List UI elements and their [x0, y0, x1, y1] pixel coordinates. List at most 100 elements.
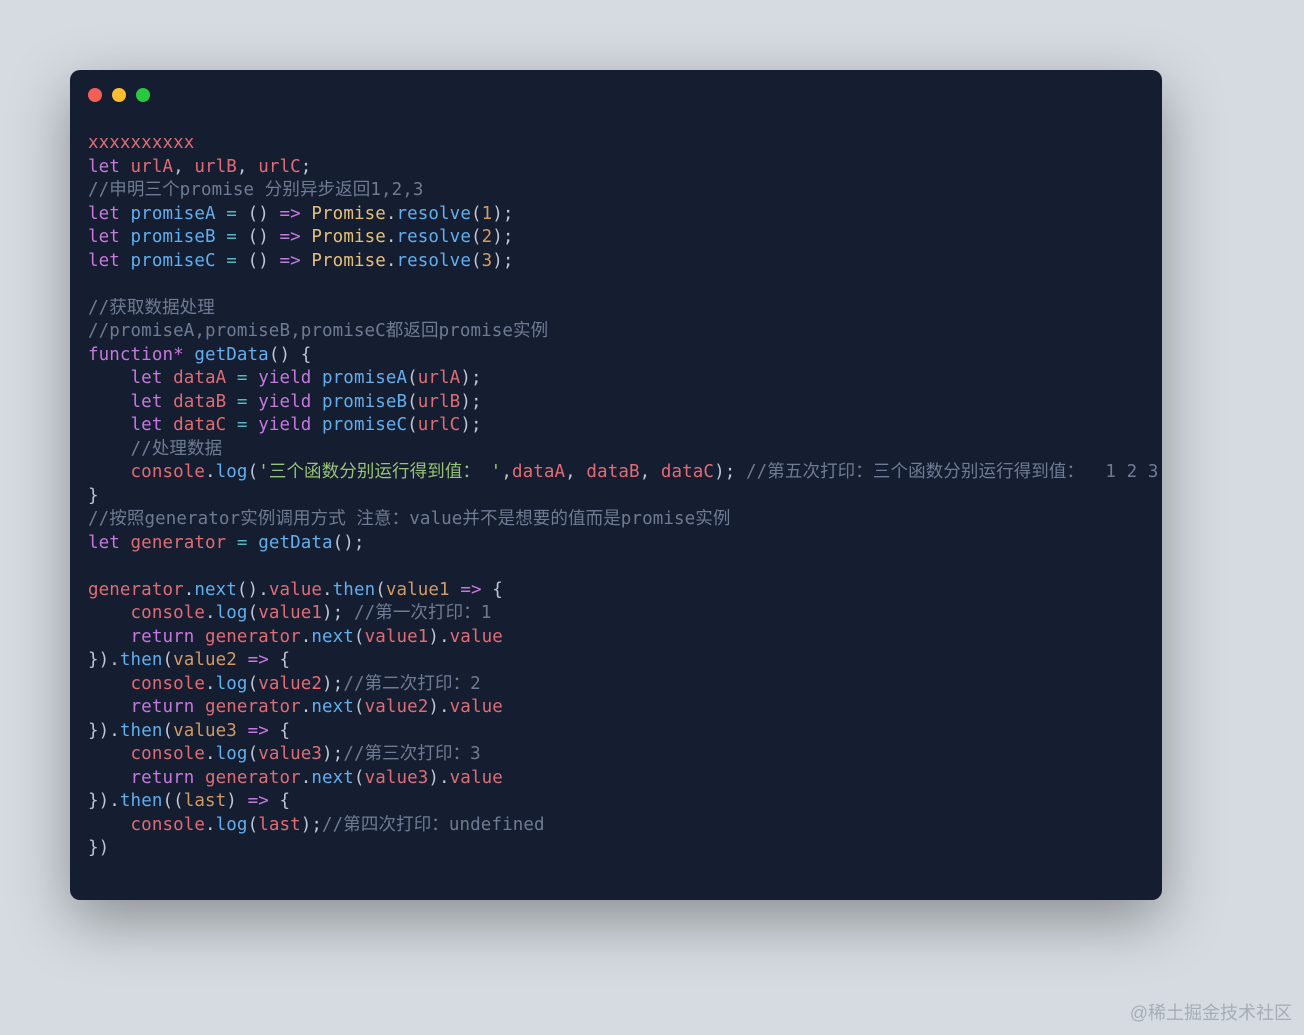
t: console: [131, 744, 205, 764]
t: =>: [279, 251, 311, 271]
code-line: //按照generator实例调用方式 注意：value并不是想要的值而是pro…: [88, 509, 730, 529]
code-line: console.log(value3);//第三次打印：3: [88, 744, 481, 764]
code-line: let dataB = yield promiseB(urlB);: [88, 392, 482, 412]
t: =: [226, 251, 247, 271]
t: .: [386, 204, 397, 224]
maximize-icon: [136, 88, 150, 102]
t: Promise: [311, 251, 385, 271]
t: ();: [333, 533, 365, 553]
t: promiseA: [322, 368, 407, 388]
t: //第五次打印：三个函数分别运行得到值： 1 2 3: [746, 462, 1159, 482]
t: );: [322, 603, 354, 623]
t: ,: [640, 462, 661, 482]
t: value: [269, 580, 322, 600]
t: (: [407, 415, 418, 435]
code-line: }).then((last) => {: [88, 791, 290, 811]
t: (: [354, 697, 365, 717]
t: next: [311, 768, 354, 788]
t: =: [237, 533, 258, 553]
t: then: [120, 650, 163, 670]
t: xxxxxxxxxx: [88, 133, 194, 153]
t: =: [237, 368, 258, 388]
code-line: let dataA = yield promiseA(urlA);: [88, 368, 482, 388]
code-line: return generator.next(value2).value: [88, 697, 503, 717]
t: //申明三个promise 分别异步返回1,2,3: [88, 180, 424, 200]
t: let: [88, 227, 131, 247]
t: getData: [194, 345, 268, 365]
t: 3: [482, 251, 493, 271]
t: value2: [365, 697, 429, 717]
code-line: let urlA, urlB, urlC;: [88, 157, 311, 177]
t: value3: [173, 721, 247, 741]
code-line: console.log(last);//第四次打印：undefined: [88, 815, 545, 835]
t: dataC: [661, 462, 714, 482]
t: }: [88, 486, 99, 506]
t: ;: [301, 157, 312, 177]
t: [88, 439, 131, 459]
code-block: xxxxxxxxxx let urlA, urlB, urlC; //申明三个p…: [88, 132, 1159, 861]
code-line: generator.next().value.then(value1 => {: [88, 580, 503, 600]
t: return: [131, 768, 205, 788]
t: [88, 627, 131, 647]
t: [88, 368, 131, 388]
code-line: console.log(value1); //第一次打印：1: [88, 603, 491, 623]
t: (: [248, 603, 259, 623]
t: (: [471, 251, 482, 271]
t: then: [120, 721, 163, 741]
t: .: [205, 815, 216, 835]
t: dataA: [512, 462, 565, 482]
code-line: //处理数据: [88, 439, 222, 459]
t: then: [333, 580, 376, 600]
code-line: //申明三个promise 分别异步返回1,2,3: [88, 180, 424, 200]
close-icon: [88, 88, 102, 102]
t: generator: [205, 697, 301, 717]
t: {: [279, 650, 290, 670]
t: );: [492, 227, 513, 247]
t: log: [216, 462, 248, 482]
t: next: [311, 627, 354, 647]
t: value3: [365, 768, 429, 788]
t: resolve: [397, 204, 471, 224]
t: 1: [482, 204, 493, 224]
t: '三个函数分别运行得到值： ': [258, 462, 501, 482]
t: console: [131, 462, 205, 482]
t: (: [248, 674, 259, 694]
t: =>: [248, 721, 280, 741]
t: [88, 674, 131, 694]
window-controls: [88, 88, 150, 102]
t: value1: [365, 627, 429, 647]
t: function*: [88, 345, 194, 365]
t: ().: [237, 580, 269, 600]
t: () {: [269, 345, 312, 365]
t: urlC: [418, 415, 461, 435]
t: ((: [162, 791, 183, 811]
t: [88, 462, 131, 482]
t: (: [162, 650, 173, 670]
t: }).: [88, 721, 120, 741]
t: .: [205, 462, 216, 482]
t: value: [450, 697, 503, 717]
t: (): [248, 204, 280, 224]
t: //按照generator实例调用方式 注意：value并不是想要的值而是pro…: [88, 509, 730, 529]
t: let: [88, 204, 131, 224]
t: [88, 392, 131, 412]
t: console: [131, 815, 205, 835]
t: .: [301, 768, 312, 788]
t: //第二次打印：2: [343, 674, 481, 694]
t: .: [386, 251, 397, 271]
code-line: let promiseC = () => Promise.resolve(3);: [88, 251, 514, 271]
t: ): [226, 791, 247, 811]
t: );: [460, 415, 481, 435]
t: (: [407, 368, 418, 388]
code-card: xxxxxxxxxx let urlA, urlB, urlC; //申明三个p…: [70, 70, 1162, 900]
t: (: [375, 580, 386, 600]
t: resolve: [397, 251, 471, 271]
t: let: [88, 157, 131, 177]
t: {: [492, 580, 503, 600]
t: value: [450, 768, 503, 788]
t: (: [248, 815, 259, 835]
minimize-icon: [112, 88, 126, 102]
watermark: @稀土掘金技术社区: [1130, 999, 1292, 1025]
t: value1: [258, 603, 322, 623]
t: [88, 697, 131, 717]
